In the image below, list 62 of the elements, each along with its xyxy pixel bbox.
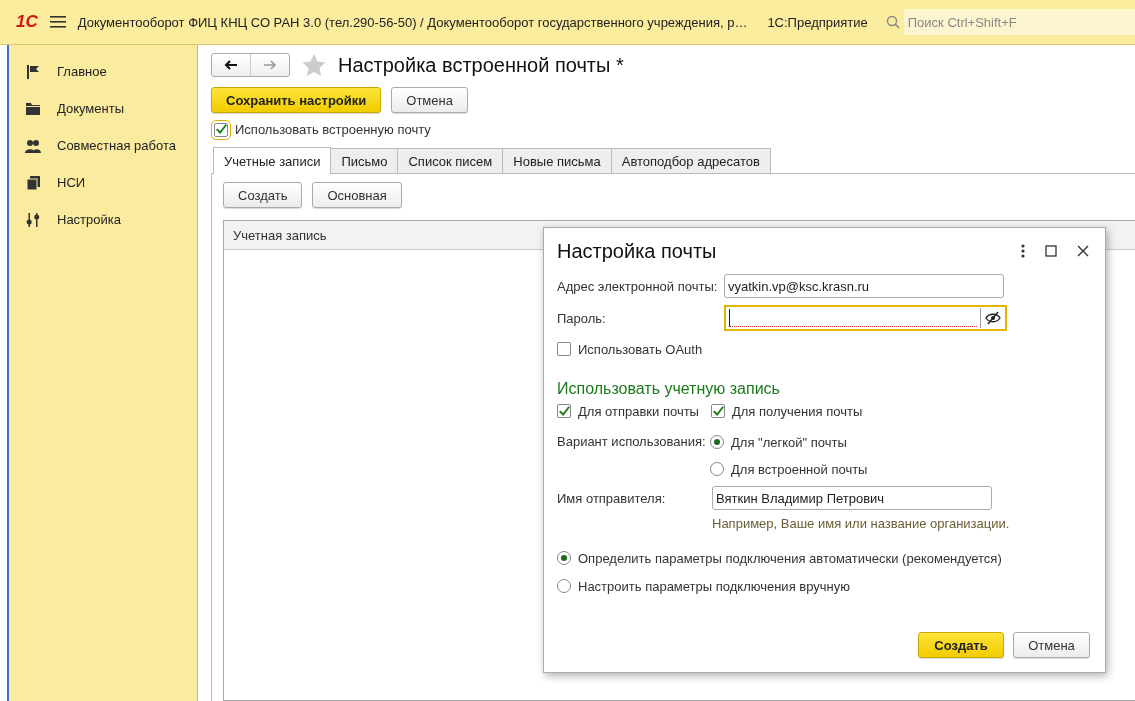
radio-button[interactable] bbox=[710, 435, 724, 449]
app-logo[interactable]: 1С bbox=[16, 12, 38, 32]
sidebar-item[interactable]: Совместная работа bbox=[57, 138, 176, 153]
checkbox[interactable] bbox=[557, 404, 571, 418]
toolbar-button[interactable]: Основная bbox=[312, 182, 402, 208]
flag-icon bbox=[26, 64, 40, 79]
create-button[interactable]: Создать bbox=[918, 632, 1004, 658]
form-title: Настройка встроенной почты * bbox=[338, 53, 624, 77]
checkbox[interactable] bbox=[557, 342, 571, 356]
radio-label: Определить параметры подключения автоматически (рекомендуется) bbox=[578, 550, 1002, 566]
tab[interactable]: Автоподбор адресатов bbox=[610, 148, 771, 173]
eye-slash-icon[interactable] bbox=[985, 311, 1001, 325]
left-arrow-icon bbox=[224, 60, 238, 70]
search-icon[interactable] bbox=[885, 15, 900, 29]
pages-icon bbox=[26, 175, 40, 190]
field-label: Пароль: bbox=[557, 310, 607, 326]
password-field[interactable] bbox=[724, 305, 1007, 331]
checkbox-label: Для отправки почты bbox=[578, 403, 699, 419]
tab[interactable]: Письмо bbox=[330, 148, 399, 173]
hint-text: Например, Ваше имя или название организации. bbox=[712, 516, 1011, 531]
close-icon[interactable] bbox=[1077, 245, 1089, 257]
sidebar-item[interactable]: НСИ bbox=[57, 175, 86, 190]
save-button[interactable]: Сохранить настройки bbox=[211, 87, 382, 113]
right-arrow-icon bbox=[263, 60, 277, 70]
product-name: 1С:Предприятие bbox=[767, 14, 868, 30]
checkbox-label: Использовать OAuth bbox=[578, 341, 703, 357]
radio-button[interactable] bbox=[557, 551, 571, 565]
sidebar-item[interactable]: Главное bbox=[57, 64, 107, 79]
sender-name-field[interactable]: Вяткин Владимир Петрович bbox=[712, 486, 992, 510]
radio-label: Для "легкой" почты bbox=[731, 434, 847, 450]
tab[interactable]: Учетные записи bbox=[213, 147, 332, 174]
checkbox-label: Для получения почты bbox=[731, 403, 863, 419]
cancel-button[interactable]: Отмена bbox=[391, 87, 468, 113]
field-label: Вариант использования: bbox=[557, 433, 707, 451]
sliders-icon bbox=[26, 212, 40, 227]
checkbox[interactable] bbox=[214, 122, 228, 137]
tab[interactable]: Список писем bbox=[397, 148, 504, 173]
search-field[interactable]: Поиск Ctrl+Shift+F bbox=[903, 9, 1135, 35]
radio-button[interactable] bbox=[557, 579, 571, 593]
checkbox-label: Использовать встроенную почту bbox=[235, 122, 431, 137]
radio-label: Настроить параметры подключения вручную bbox=[578, 578, 850, 594]
tab[interactable]: Новые письма bbox=[502, 148, 612, 173]
checkbox[interactable] bbox=[710, 404, 725, 418]
window-title: Документооборот ФИЦ КНЦ СО РАН 3.0 (тел.290-56-50) / Документооборот государственного учреждения, р… bbox=[77, 14, 748, 30]
folder-icon bbox=[26, 102, 40, 115]
radio-button[interactable] bbox=[710, 462, 724, 476]
column-header[interactable]: Учетная запись bbox=[233, 227, 327, 243]
more-icon[interactable] bbox=[1021, 244, 1025, 258]
star-icon[interactable] bbox=[302, 54, 326, 76]
maximize-icon[interactable] bbox=[1045, 245, 1057, 257]
field-label: Имя отправителя: bbox=[557, 490, 667, 506]
cancel-button[interactable]: Отмена bbox=[1013, 632, 1090, 658]
dialog-title: Настройка почты bbox=[557, 239, 718, 263]
email-field[interactable]: vyatkin.vp@ksc.krasn.ru bbox=[724, 274, 1004, 298]
sidebar-item[interactable]: Настройка bbox=[57, 212, 121, 227]
field-label: Адрес электронной почты: bbox=[557, 278, 719, 294]
section-title: Использовать учетную запись bbox=[557, 380, 781, 398]
toolbar-button[interactable]: Создать bbox=[223, 182, 303, 208]
menu-icon[interactable] bbox=[49, 16, 66, 28]
people-icon bbox=[25, 138, 41, 153]
radio-label: Для встроенной почты bbox=[731, 461, 868, 477]
sidebar-item[interactable]: Документы bbox=[57, 101, 124, 116]
